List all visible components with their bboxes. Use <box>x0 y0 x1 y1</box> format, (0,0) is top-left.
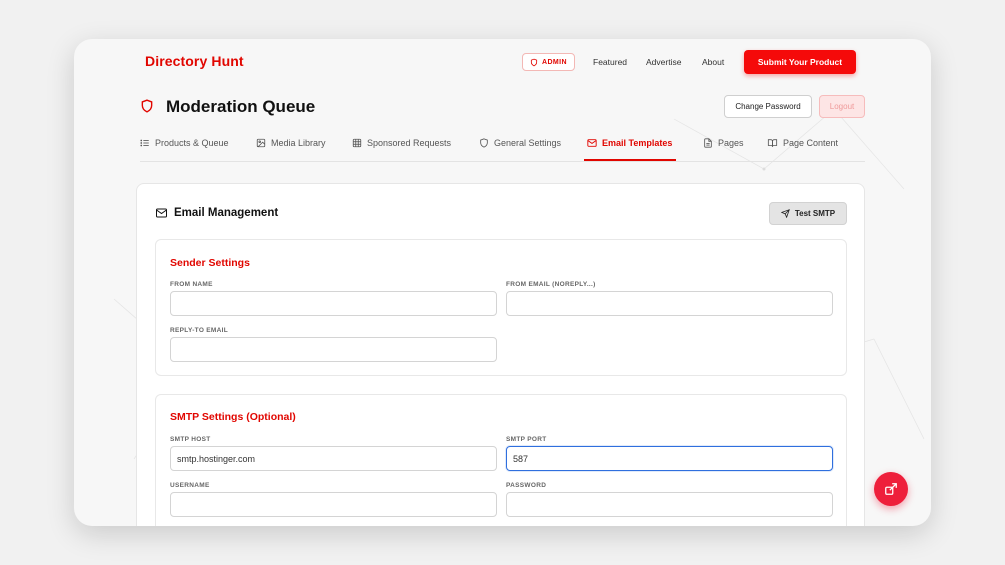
from-name-input[interactable] <box>170 291 497 316</box>
tab-label: Media Library <box>271 138 326 148</box>
shield-icon <box>141 99 153 113</box>
smtp-host-label: SMTP HOST <box>170 436 211 443</box>
file-icon <box>704 138 712 148</box>
smtp-settings-section: SMTP Settings (Optional) SMTP HOST SMTP … <box>155 394 847 526</box>
send-icon <box>780 209 790 218</box>
tab-label: General Settings <box>494 138 562 148</box>
nav-link-featured[interactable]: Featured <box>593 57 627 67</box>
shield-icon <box>530 58 538 66</box>
tab-page-content[interactable]: Page Content <box>767 132 838 161</box>
admin-badge: ADMIN <box>522 53 575 71</box>
tab-label: Products & Queue <box>155 138 229 148</box>
image-icon <box>256 138 266 148</box>
tab-label: Sponsored Requests <box>367 138 452 148</box>
tab-sponsored-requests[interactable]: Sponsored Requests <box>352 132 451 161</box>
from-email-input[interactable] <box>506 291 833 316</box>
admin-badge-label: ADMIN <box>542 58 567 66</box>
book-icon <box>767 139 778 147</box>
reply-to-input[interactable] <box>170 337 497 362</box>
nav-link-advertise[interactable]: Advertise <box>646 57 681 67</box>
mail-icon <box>156 208 167 218</box>
tab-email-templates[interactable]: Email Templates <box>584 132 677 161</box>
tab-label: Page Content <box>783 138 839 148</box>
from-email-label: FROM EMAIL (NOREPLY...) <box>506 281 596 288</box>
username-input[interactable] <box>170 492 497 517</box>
card-title-text: Email Management <box>174 207 279 219</box>
brand-logo[interactable]: Directory Hunt <box>145 53 244 69</box>
logout-button[interactable]: Logout <box>819 95 865 118</box>
card-title: Email Management <box>155 207 278 219</box>
from-name-label: FROM NAME <box>170 281 213 288</box>
test-smtp-label: Test SMTP <box>794 209 836 218</box>
tab-label: Pages <box>718 138 744 148</box>
password-label: PASSWORD <box>506 482 547 489</box>
test-smtp-button[interactable]: Test SMTP <box>769 202 847 225</box>
tab-general-settings[interactable]: General Settings <box>479 132 561 161</box>
change-password-button[interactable]: Change Password <box>724 95 812 118</box>
grid-icon <box>352 138 362 148</box>
nav-link-about[interactable]: About <box>702 57 724 67</box>
tab-label: Email Templates <box>602 138 673 148</box>
submit-product-button[interactable]: Submit Your Product <box>744 50 856 74</box>
list-icon <box>140 139 149 147</box>
section-title: SMTP Settings (Optional) <box>170 411 296 423</box>
reply-to-label: REPLY-TO EMAIL <box>170 327 229 334</box>
email-management-card: Email Management Test SMTP Sender Settin… <box>136 183 865 526</box>
tab-media-library[interactable]: Media Library <box>256 132 326 161</box>
shield-icon <box>480 138 488 148</box>
password-input[interactable] <box>506 492 833 517</box>
page-title: Moderation Queue <box>166 97 316 116</box>
external-link-icon <box>885 483 897 495</box>
mail-icon <box>587 139 597 147</box>
sender-settings-section: Sender Settings FROM NAME FROM EMAIL (NO… <box>155 239 847 376</box>
smtp-port-input[interactable] <box>506 446 833 471</box>
smtp-host-input[interactable] <box>170 446 497 471</box>
section-title: Sender Settings <box>170 257 250 269</box>
admin-tabs: Products & Queue Media Library Sponsored… <box>140 132 865 162</box>
username-label: USERNAME <box>170 482 210 489</box>
tab-pages[interactable]: Pages <box>703 132 744 161</box>
tab-products-queue[interactable]: Products & Queue <box>140 132 229 161</box>
smtp-port-label: SMTP PORT <box>506 436 547 443</box>
top-navbar: Directory Hunt ADMIN Featured Advertise … <box>74 39 931 89</box>
floating-action-button[interactable] <box>874 472 908 506</box>
app-window: Directory Hunt ADMIN Featured Advertise … <box>74 39 931 526</box>
